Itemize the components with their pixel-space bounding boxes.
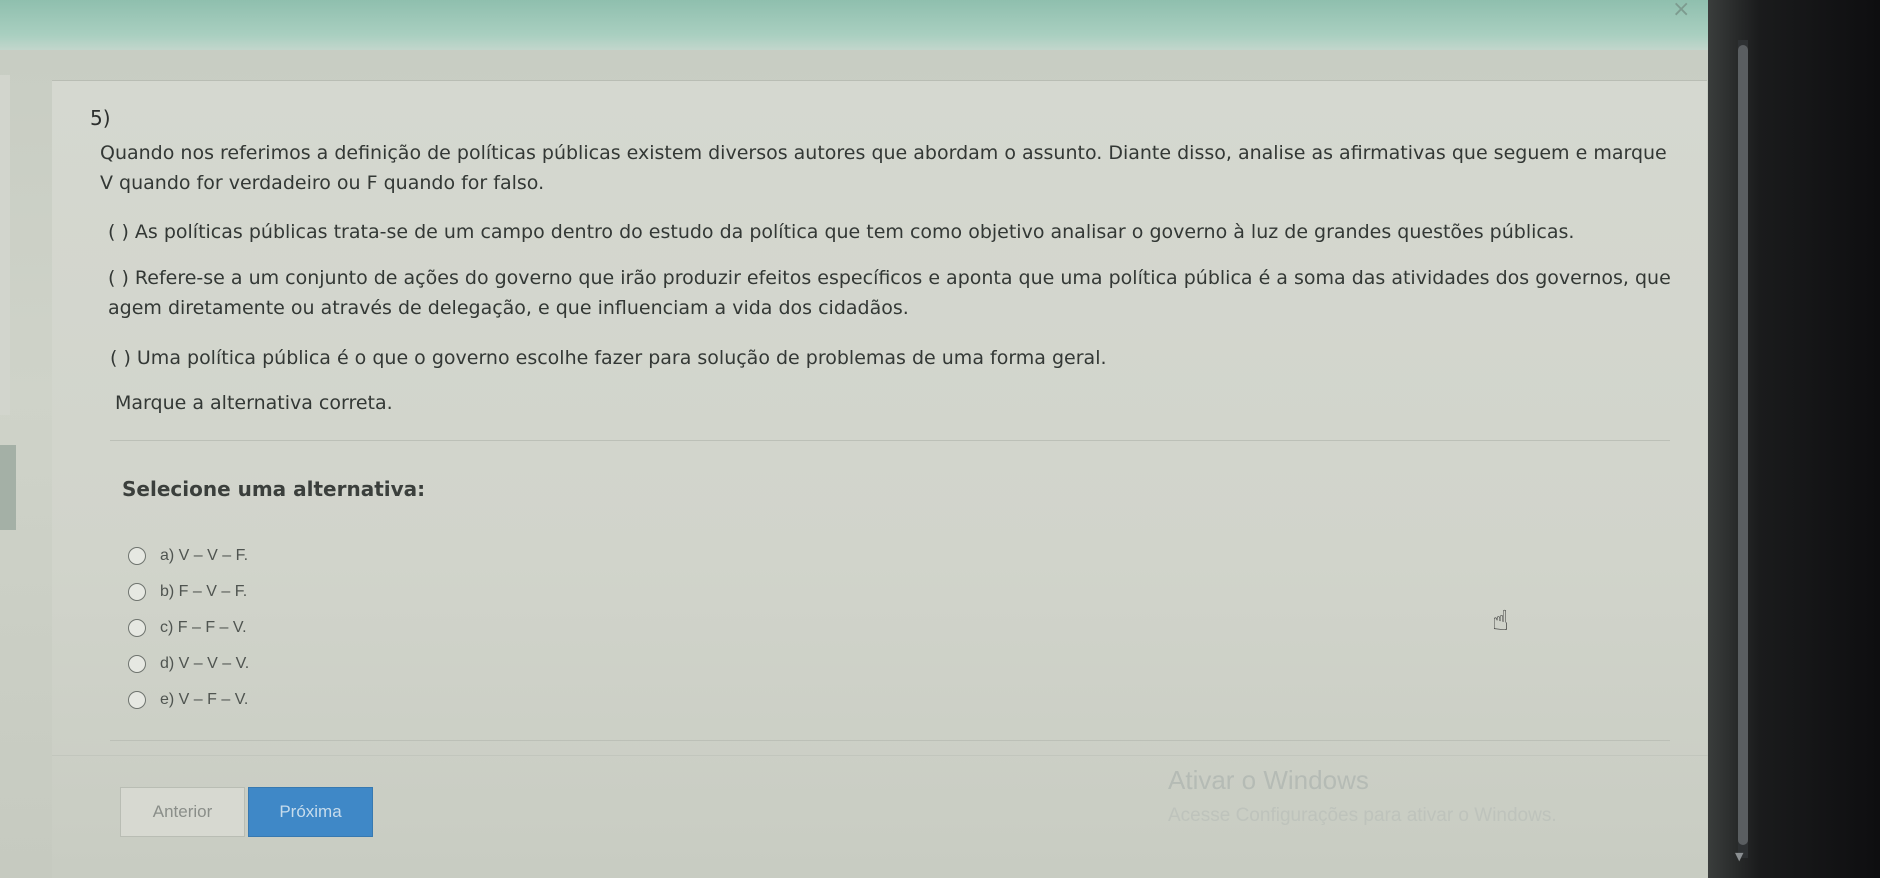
- hand-cursor-icon: ☝: [1492, 604, 1510, 637]
- divider: [52, 755, 1712, 756]
- question-number: 5): [90, 106, 111, 130]
- radio-icon[interactable]: [128, 619, 146, 637]
- option-b[interactable]: b) F – V – F.: [128, 574, 249, 610]
- screen: × 5) Quando nos referimos a definição de…: [0, 0, 1880, 878]
- previous-button[interactable]: Anterior: [120, 787, 245, 837]
- top-banner: [0, 0, 1720, 50]
- option-label: c) F – F – V.: [160, 619, 247, 636]
- option-d[interactable]: d) V – V – V.: [128, 646, 249, 682]
- radio-icon[interactable]: [128, 691, 146, 709]
- statement-1: ( ) As políticas públicas trata-se de um…: [108, 221, 1575, 243]
- statement-2: ( ) Refere-se a um conjunto de ações do …: [108, 267, 1671, 319]
- dark-side-panel: [1708, 0, 1880, 878]
- divider: [110, 740, 1670, 741]
- next-button[interactable]: Próxima: [248, 787, 373, 837]
- option-c[interactable]: c) F – F – V.: [128, 610, 249, 646]
- left-edge-tab: [0, 445, 16, 530]
- activation-watermark-text: Acesse Configurações para ativar o Windo…: [1168, 805, 1557, 826]
- answers-title: Selecione uma alternativa:: [122, 477, 426, 501]
- question-instruction: Marque a alternativa correta.: [115, 392, 393, 414]
- close-icon[interactable]: ×: [1672, 0, 1690, 21]
- option-label: d) V – V – V.: [160, 655, 250, 672]
- option-label: a) V – V – F.: [160, 547, 249, 564]
- scrollbar-thumb[interactable]: [1738, 45, 1748, 845]
- option-label: b) F – V – F.: [160, 583, 248, 600]
- activation-watermark-title: Ativar o Windows: [1168, 765, 1369, 795]
- left-edge: [0, 75, 10, 415]
- scroll-down-icon[interactable]: ▼: [1735, 850, 1743, 863]
- radio-icon[interactable]: [128, 583, 146, 601]
- option-a[interactable]: a) V – V – F.: [128, 538, 249, 574]
- statement-3: ( ) Uma política pública é o que o gover…: [110, 347, 1107, 369]
- divider: [110, 440, 1670, 441]
- option-label: e) V – F – V.: [160, 691, 249, 708]
- radio-icon[interactable]: [128, 655, 146, 673]
- question-intro: Quando nos referimos a definição de polí…: [100, 142, 1667, 194]
- option-e[interactable]: e) V – F – V.: [128, 682, 249, 718]
- answer-options: a) V – V – F. b) F – V – F. c) F – F – V…: [128, 538, 249, 718]
- radio-icon[interactable]: [128, 547, 146, 565]
